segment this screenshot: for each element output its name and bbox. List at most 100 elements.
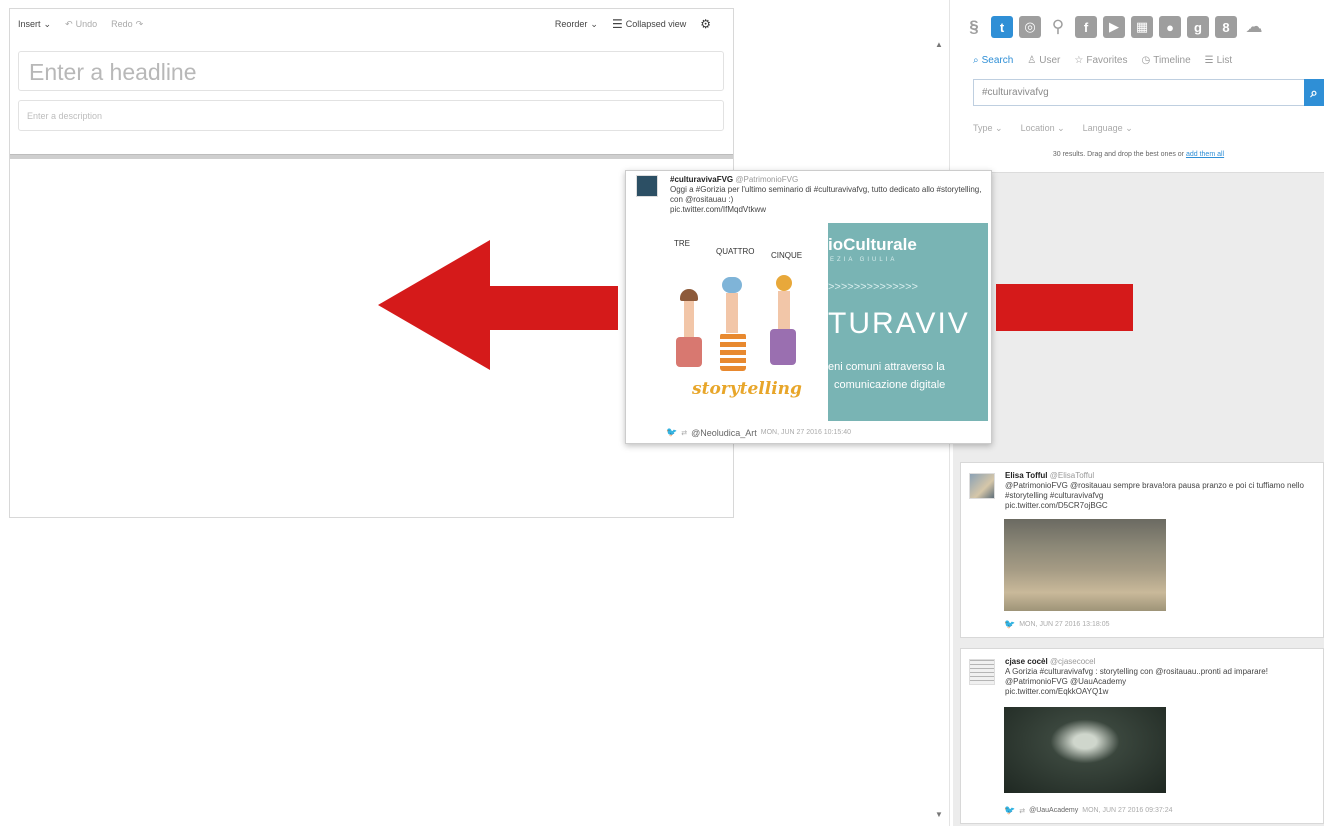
tweet-photo-illustration: TRE QUATTRO CINQUE storytelling bbox=[666, 229, 828, 423]
banner-arrows: >>>>>>>>>>>>>> bbox=[828, 281, 918, 293]
reorder-label: Reorder bbox=[554, 19, 588, 29]
arrow-shape bbox=[378, 240, 618, 370]
insert-button[interactable]: Insert ⌄ bbox=[18, 19, 51, 30]
search-icon: ⌕ bbox=[973, 55, 979, 66]
tweet-author: cjase cocèl bbox=[1005, 657, 1048, 666]
tweet-card[interactable]: cjase cocèl @cjasecocel A Gorizia #cultu… bbox=[960, 648, 1324, 824]
list-icon: ☰ bbox=[611, 17, 623, 31]
tweet-handle: @ElisaTofful bbox=[1049, 471, 1095, 480]
tab-list[interactable]: ☰ List bbox=[1205, 55, 1233, 66]
collapsed-view-button[interactable]: ☰ Collapsed view bbox=[612, 17, 686, 31]
tweet-photo-banner: ioCulturale EZIA GIULIA >>>>>>>>>>>>>> T… bbox=[828, 223, 988, 421]
search-header: § t ◎ ⚲ f ▶ ▦ ● g 8 ☁ ⌕ Search ♙ User ☆ … bbox=[953, 0, 1324, 173]
gear-icon: ⚙ bbox=[700, 17, 711, 31]
tab-search[interactable]: ⌕ Search bbox=[973, 55, 1013, 66]
tweet-meta: 🐦 MON, JUN 27 2016 13:18:05 bbox=[1004, 619, 1110, 630]
avatar bbox=[636, 175, 658, 197]
add-all-link[interactable]: add them all bbox=[1186, 151, 1224, 158]
star-icon: ☆ bbox=[1074, 55, 1084, 66]
tweet-photo bbox=[1004, 519, 1166, 611]
tweet-card[interactable]: Elisa Tofful @ElisaTofful @PatrimonioFVG… bbox=[960, 462, 1324, 638]
banner-line: comunicazione digitale bbox=[834, 379, 946, 391]
type-filter[interactable]: Type ⌄ bbox=[973, 123, 1003, 134]
flickr-icon[interactable]: ▦ bbox=[1131, 16, 1153, 38]
search-filters: Type ⌄ Location ⌄ Language ⌄ bbox=[973, 123, 1133, 134]
tab-label: Timeline bbox=[1153, 55, 1191, 66]
tab-timeline[interactable]: ◷ Timeline bbox=[1141, 55, 1190, 66]
banner-big-text: TURAVIV bbox=[828, 307, 970, 340]
filter-label: Location bbox=[1020, 123, 1055, 133]
description-input[interactable]: Enter a description bbox=[18, 100, 724, 131]
scroll-down-icon[interactable]: ▼ bbox=[935, 810, 943, 819]
tweet-handle: @cjasecocel bbox=[1049, 657, 1096, 666]
reorder-button[interactable]: Reorder ⌄ bbox=[555, 19, 598, 30]
services-bar: § t ◎ ⚲ f ▶ ▦ ● g 8 ☁ bbox=[963, 16, 1265, 38]
avatar bbox=[969, 659, 995, 685]
storify-icon[interactable]: § bbox=[963, 16, 985, 38]
redo-button[interactable]: Redo ↷ bbox=[111, 19, 143, 30]
clock-icon: ◷ bbox=[1141, 55, 1151, 66]
settings-button[interactable]: ⚙ bbox=[700, 17, 711, 31]
tweet-photo bbox=[1004, 707, 1166, 793]
illustration-word: QUATTRO bbox=[716, 247, 755, 256]
tweet-body: @PatrimonioFVG @rositauau sempre brava!o… bbox=[1005, 481, 1304, 500]
language-filter[interactable]: Language ⌄ bbox=[1083, 123, 1133, 134]
facebook-icon[interactable]: f bbox=[1075, 16, 1097, 38]
banner-subtitle: EZIA GIULIA bbox=[830, 257, 898, 263]
tweet-text: Elisa Tofful @ElisaTofful @PatrimonioFVG… bbox=[1005, 471, 1315, 511]
tweet-handle: @PatrimonioFVG bbox=[735, 175, 799, 184]
tab-label: Search bbox=[981, 55, 1014, 66]
collapsed-view-label: Collapsed view bbox=[625, 19, 687, 29]
tab-label: User bbox=[1039, 55, 1061, 66]
soundcloud-icon[interactable]: ☁ bbox=[1243, 16, 1265, 38]
chevron-down-icon: ⌄ bbox=[590, 18, 598, 29]
tweet-date: MON, JUN 27 2016 10:15:40 bbox=[760, 429, 852, 436]
retweet-icon: ⇄ bbox=[1019, 807, 1026, 815]
tweet-link[interactable]: pic.twitter.com/EqkkOAYQ1w bbox=[1005, 687, 1108, 696]
results-text: 30 results. Drag and drop the best ones … bbox=[1052, 151, 1185, 158]
search-tabs: ⌕ Search ♙ User ☆ Favorites ◷ Timeline ☰… bbox=[973, 55, 1232, 66]
tweet-meta: 🐦 ⇄ @Neoludica_Art MON, JUN 27 2016 10:1… bbox=[666, 427, 851, 438]
youtube-icon[interactable]: ▶ bbox=[1103, 16, 1125, 38]
banner-title: ioCulturale bbox=[828, 235, 917, 254]
google-plus-icon[interactable]: 8 bbox=[1215, 16, 1237, 38]
location-filter[interactable]: Location ⌄ bbox=[1021, 123, 1065, 134]
illustration-caption: storytelling bbox=[692, 379, 802, 399]
google-icon[interactable]: g bbox=[1187, 16, 1209, 38]
tweet-text: #culturavivaFVG @PatrimonioFVG Oggi a #G… bbox=[670, 175, 986, 215]
filter-label: Language bbox=[1082, 123, 1123, 133]
tab-favorites[interactable]: ☆ Favorites bbox=[1074, 55, 1127, 66]
link-icon[interactable]: ⚲ bbox=[1047, 16, 1069, 38]
search-icon: ⌕ bbox=[1310, 84, 1318, 100]
instagram-icon[interactable]: ◎ bbox=[1019, 16, 1041, 38]
drag-arrow-tail bbox=[996, 284, 1133, 331]
twitter-bird-icon: 🐦 bbox=[666, 427, 678, 437]
redo-icon: ↷ bbox=[135, 18, 144, 29]
illustration-word: CINQUE bbox=[771, 251, 803, 260]
tweet-body: Oggi a #Gorizia per l'ultimo seminario d… bbox=[670, 185, 982, 204]
tab-user[interactable]: ♙ User bbox=[1027, 55, 1060, 66]
scroll-up-icon[interactable]: ▲ bbox=[935, 40, 943, 49]
tweet-author: #culturavivaFVG bbox=[670, 175, 734, 184]
tweet-text: cjase cocèl @cjasecocel A Gorizia #cultu… bbox=[1005, 657, 1315, 697]
tab-label: List bbox=[1216, 55, 1233, 66]
undo-button[interactable]: ↶ Undo bbox=[65, 19, 97, 30]
search-button[interactable]: ⌕ bbox=[1304, 79, 1324, 106]
insert-label: Insert bbox=[18, 19, 41, 29]
tab-label: Favorites bbox=[1086, 55, 1128, 66]
tweet-author: Elisa Tofful bbox=[1005, 471, 1048, 480]
headline-input[interactable]: Enter a headline bbox=[18, 51, 724, 91]
avatar bbox=[969, 473, 995, 499]
retweet-icon: ⇄ bbox=[681, 429, 688, 437]
tweet-via: @UauAcademy bbox=[1029, 807, 1079, 814]
giphy-icon[interactable]: ● bbox=[1159, 16, 1181, 38]
tweet-link[interactable]: pic.twitter.com/IfMqdVtkww bbox=[670, 205, 766, 214]
search-input[interactable]: #culturavivafvg bbox=[973, 79, 1304, 106]
dragged-tweet-card[interactable]: #culturavivaFVG @PatrimonioFVG Oggi a #G… bbox=[625, 170, 992, 444]
tweet-via: @Neoludica_Art bbox=[691, 427, 757, 438]
twitter-icon[interactable]: t bbox=[991, 16, 1013, 38]
tweet-date: MON, JUN 27 2016 13:18:05 bbox=[1019, 621, 1110, 628]
editor-toolbar: Insert ⌄ ↶ Undo Redo ↷ Reorder ⌄ ☰ Colla… bbox=[10, 9, 733, 39]
twitter-bird-icon: 🐦 bbox=[1004, 619, 1016, 629]
tweet-link[interactable]: pic.twitter.com/D5CR7ojBGC bbox=[1005, 501, 1108, 510]
